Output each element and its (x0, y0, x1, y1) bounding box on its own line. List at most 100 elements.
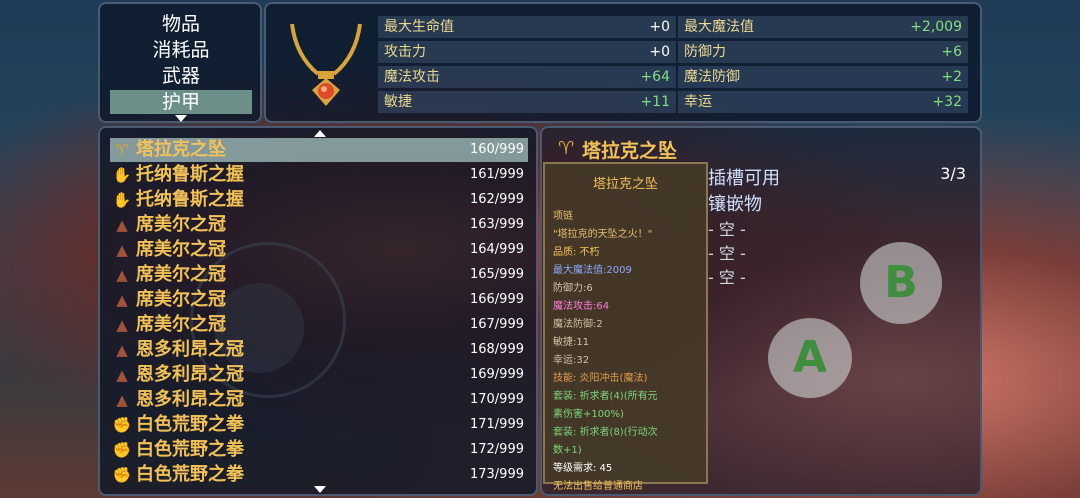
category-armor[interactable]: 护甲 (110, 90, 252, 114)
empty-slot[interactable]: - 空 - (708, 264, 746, 288)
a-button[interactable]: A (768, 318, 852, 398)
equipment-stats-panel: 最大生命值 +0 最大魔法值 +2,009 攻击力 +0 防御力 +6 魔法攻击 +64 魔法防御 +… (264, 2, 982, 123)
list-item[interactable]: ▲ 恩多利昂之冠 168/999 (110, 338, 528, 362)
tooltip-line: 套装: 祈求者(8)(行动次 (553, 427, 658, 438)
item-name: 席美尔之冠 (136, 314, 226, 335)
list-item[interactable]: ▲ 席美尔之冠 163/999 (110, 213, 528, 237)
fist-icon: ✊ (112, 441, 132, 459)
tooltip-line: 套装: 祈求者(4)(所有元 (553, 391, 658, 402)
tooltip-title: 塔拉克之坠 (592, 177, 658, 192)
crown-icon: ▲ (116, 341, 128, 359)
necklace-icon: ♈ (558, 138, 575, 159)
inventory-list: ♈ 塔拉克之坠 160/999 ✋ 托纳鲁斯之握 161/999 ✋ 托纳鲁斯之握 162/99… (98, 126, 538, 496)
item-name: 白色荒野之拳 (136, 414, 244, 435)
crown-icon: ▲ (116, 366, 128, 384)
tooltip-line: 敏捷:11 (553, 337, 590, 348)
list-item[interactable]: ✊ 白色荒野之拳 172/999 (110, 438, 528, 462)
gauntlet-icon: ✋ (112, 166, 132, 184)
item-name: 塔拉克之坠 (136, 139, 226, 160)
tooltip-line: 技能: 炎阳冲击(魔法) (553, 373, 648, 384)
stat-value: +2,009 (910, 19, 962, 35)
list-item[interactable]: ▲ 恩多利昂之冠 169/999 (110, 363, 528, 387)
necklace-icon: ♈ (115, 141, 129, 159)
category-weapons[interactable]: 武器 (110, 64, 252, 88)
crown-icon: ▲ (116, 216, 128, 234)
item-name: 席美尔之冠 (136, 239, 226, 260)
tooltip-line: 等级需求: 45 (553, 463, 613, 474)
scroll-down-icon[interactable] (314, 486, 326, 493)
item-quantity: 161/999 (469, 167, 524, 182)
item-quantity: 173/999 (469, 467, 524, 482)
item-tooltip: 塔拉克之坠 项链 "塔拉克的天坠之火！" 品质: 不朽 最大魔法值:2009 防御力:6… (543, 162, 708, 492)
item-name: 白色荒野之拳 (136, 464, 244, 485)
item-name: 白色荒野之拳 (136, 439, 244, 460)
empty-slot[interactable]: - 空 - (708, 240, 746, 264)
stat-row: 最大魔法值 +2,009 (678, 16, 968, 38)
crown-icon: ▲ (116, 266, 128, 284)
fist-icon: ✊ (112, 416, 132, 434)
item-quantity: 166/999 (469, 292, 524, 307)
gauntlet-icon: ✋ (112, 191, 132, 209)
stat-label: 防御力 (684, 44, 726, 60)
item-name: 席美尔之冠 (136, 264, 226, 285)
list-item[interactable]: ▲ 席美尔之冠 167/999 (110, 313, 528, 337)
tooltip-line: 魔法攻击:64 (553, 301, 610, 312)
list-item[interactable]: ▲ 席美尔之冠 166/999 (110, 288, 528, 312)
stat-label: 魔法攻击 (384, 69, 440, 85)
scroll-up-icon[interactable] (314, 130, 326, 137)
tooltip-line: 数+1) (553, 445, 582, 456)
fist-icon: ✊ (112, 466, 132, 484)
item-name: 席美尔之冠 (136, 214, 226, 235)
b-button[interactable]: B (860, 242, 942, 324)
stat-row: 最大生命值 +0 (378, 16, 676, 38)
tooltip-line: 素伤害+100%) (553, 409, 624, 420)
stat-value: +2 (941, 69, 962, 85)
tooltip-line: 品质: 不朽 (553, 247, 600, 258)
item-quantity: 164/999 (469, 242, 524, 257)
tooltip-line: 项链 (553, 211, 573, 222)
stat-row: 防御力 +6 (678, 41, 968, 63)
socket-label: 插槽可用 (708, 168, 780, 189)
category-consumables[interactable]: 消耗品 (110, 38, 252, 62)
list-item[interactable]: ▲ 席美尔之冠 164/999 (110, 238, 528, 262)
stat-row: 魔法防御 +2 (678, 66, 968, 88)
empty-slot[interactable]: - 空 - (708, 216, 746, 240)
tooltip-line: 无法出售给普通商店 (553, 481, 643, 492)
stat-row: 攻击力 +0 (378, 41, 676, 63)
stat-row: 敏捷 +11 (378, 91, 676, 113)
stat-value: +64 (640, 69, 670, 85)
stat-value: +0 (649, 19, 670, 35)
crown-icon: ▲ (116, 291, 128, 309)
tooltip-line: 最大魔法值:2009 (553, 265, 632, 276)
list-item[interactable]: ▲ 席美尔之冠 165/999 (110, 263, 528, 287)
embed-label: 镶嵌物 (708, 194, 762, 215)
tooltip-line: 防御力:6 (553, 283, 593, 294)
necklace-icon (290, 23, 362, 106)
stat-label: 攻击力 (384, 44, 426, 60)
stat-label: 魔法防御 (684, 69, 740, 85)
item-quantity: 168/999 (469, 342, 524, 357)
item-quantity: 162/999 (469, 192, 524, 207)
list-item[interactable]: ✋ 托纳鲁斯之握 162/999 (110, 188, 528, 212)
category-items[interactable]: 物品 (110, 12, 252, 36)
tooltip-line: 魔法防御:2 (553, 319, 603, 330)
stat-row: 魔法攻击 +64 (378, 66, 676, 88)
stat-label: 最大生命值 (384, 19, 454, 35)
item-name: 恩多利昂之冠 (136, 389, 244, 410)
stat-label: 幸运 (684, 94, 712, 110)
crown-icon: ▲ (116, 391, 128, 409)
item-name: 恩多利昂之冠 (136, 339, 244, 360)
scroll-down-icon[interactable] (175, 115, 187, 122)
list-item[interactable]: ✊ 白色荒野之拳 173/999 (110, 463, 528, 487)
item-quantity: 170/999 (469, 392, 524, 407)
category-menu: 物品 消耗品 武器 护甲 (98, 2, 262, 123)
stat-value: +11 (640, 94, 670, 110)
stat-value: +6 (941, 44, 962, 60)
crown-icon: ▲ (116, 316, 128, 334)
list-item[interactable]: ♈ 塔拉克之坠 160/999 (110, 138, 528, 162)
list-item[interactable]: ✊ 白色荒野之拳 171/999 (110, 413, 528, 437)
stat-label: 最大魔法值 (684, 19, 754, 35)
list-item[interactable]: ▲ 恩多利昂之冠 170/999 (110, 388, 528, 412)
item-name: 席美尔之冠 (136, 289, 226, 310)
list-item[interactable]: ✋ 托纳鲁斯之握 161/999 (110, 163, 528, 187)
